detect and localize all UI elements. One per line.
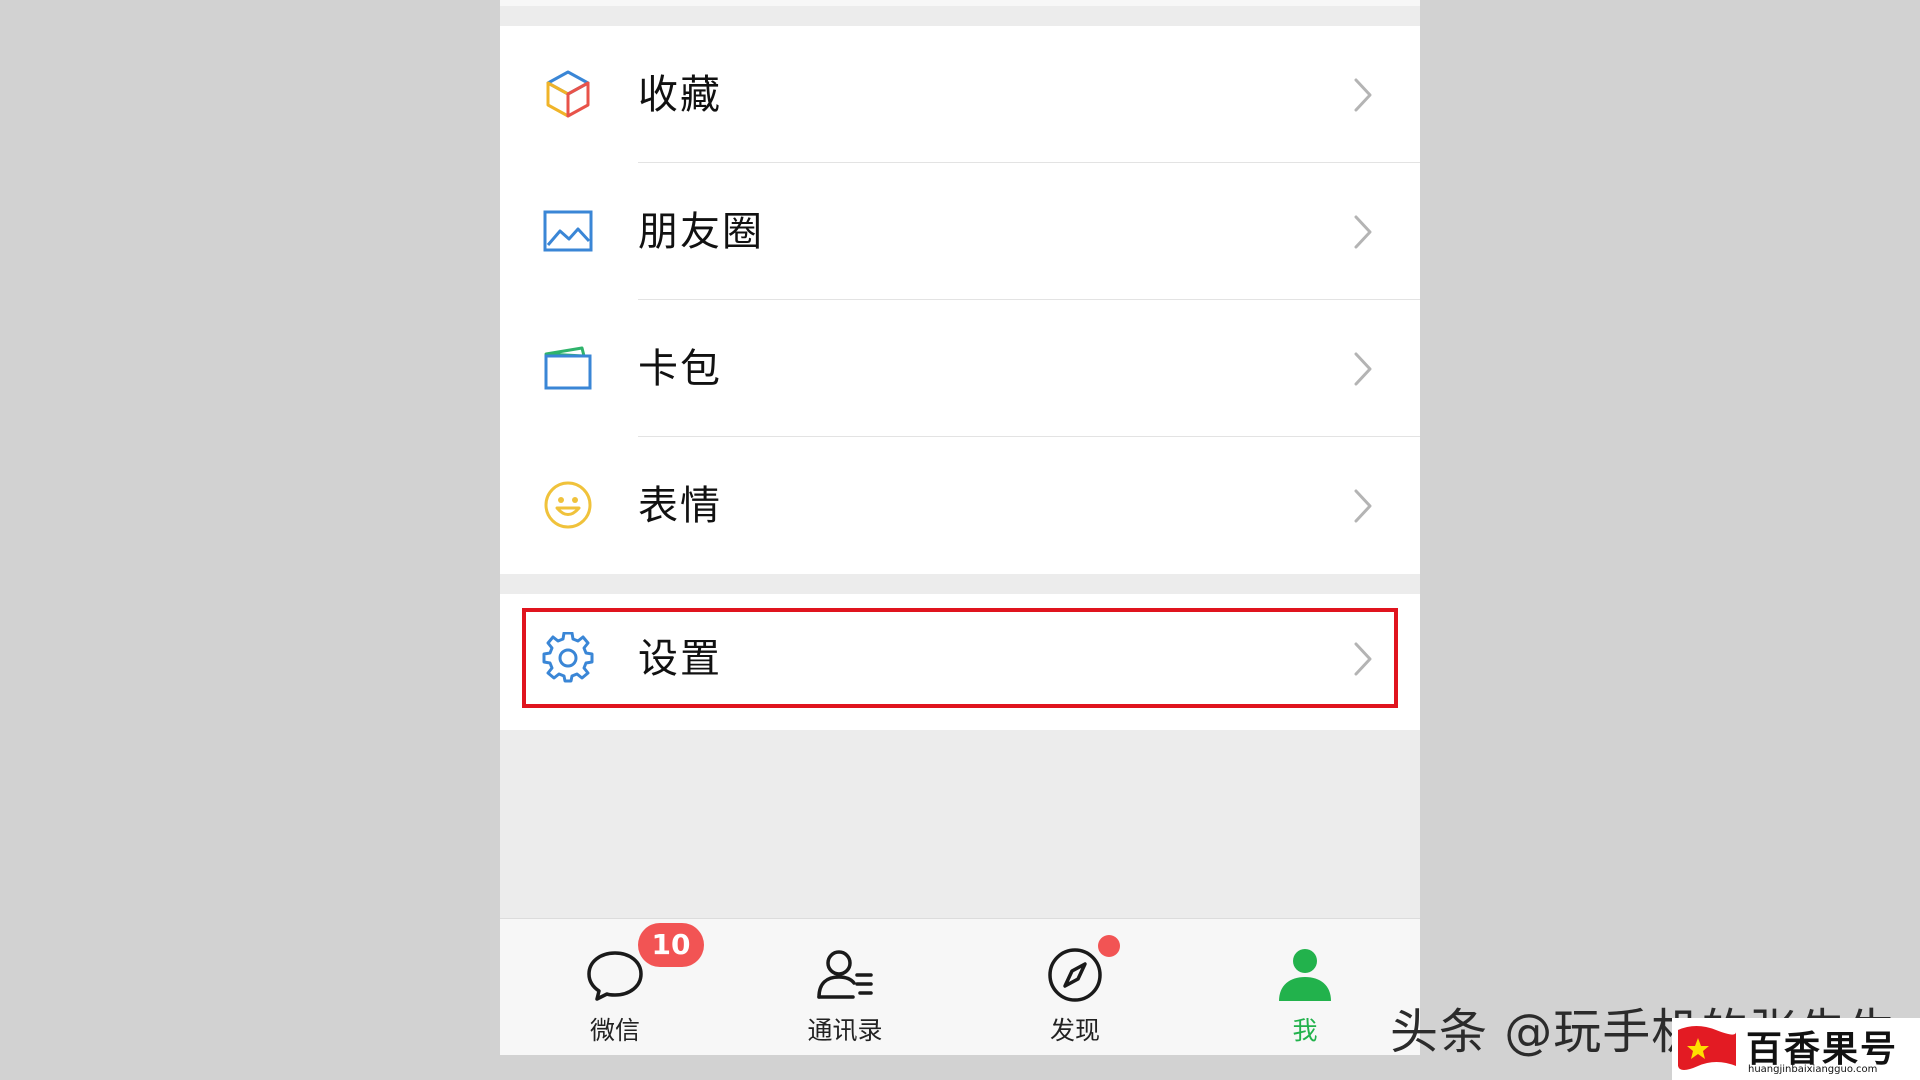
tab-label: 发现 (1049, 1016, 1100, 1045)
menu-item-moments[interactable]: 朋友圈 (500, 163, 1420, 300)
menu-item-stickers[interactable]: 表情 (500, 437, 1420, 574)
settings-highlight-box (522, 608, 1398, 708)
tab-contacts[interactable]: 通讯录 (730, 919, 960, 1055)
menu-item-settings[interactable]: 设置 (500, 594, 1420, 730)
chevron-right-icon (1354, 78, 1372, 112)
contacts-icon (817, 950, 873, 999)
tab-me[interactable]: 我 (1190, 919, 1420, 1055)
notification-dot (1098, 935, 1120, 957)
top-spacer (500, 0, 1420, 26)
menu-item-label: 收藏 (638, 72, 722, 118)
menu-group-main: 收藏 朋友圈 卡包 表情 (500, 26, 1420, 574)
tab-label: 通讯录 (807, 1016, 883, 1045)
chevron-right-icon (1354, 352, 1372, 386)
sticker-smiley-icon (544, 481, 592, 529)
chevron-right-icon (1354, 489, 1372, 523)
tab-label: 微信 (589, 1016, 640, 1045)
logo-flag-icon (1678, 1026, 1736, 1070)
menu-item-favorites[interactable]: 收藏 (500, 26, 1420, 163)
menu-item-card-wallet[interactable]: 卡包 (500, 300, 1420, 437)
chat-bubble-icon (587, 951, 643, 1001)
tab-discover[interactable]: 发现 (960, 919, 1190, 1055)
unread-badge: 10 (638, 923, 704, 967)
tab-label: 我 (1292, 1016, 1318, 1045)
chevron-right-icon (1354, 215, 1372, 249)
bottom-tab-bar: 10 微信 通讯录 发现 我 (500, 918, 1420, 1055)
site-logo: 百香果号 huangjinbaixiangguo.com (1672, 1018, 1920, 1080)
person-icon (1279, 949, 1331, 1001)
favorites-cube-icon (546, 70, 590, 118)
phone-screen: 收藏 朋友圈 卡包 表情 设置 10 微信 通讯录 发现 我 (500, 0, 1420, 1055)
tab-chats[interactable]: 10 微信 (500, 919, 730, 1055)
logo-url: huangjinbaixiangguo.com (1748, 1064, 1878, 1075)
menu-group-settings: 设置 (500, 594, 1420, 730)
compass-icon (1048, 948, 1102, 1002)
card-wallet-icon (544, 346, 592, 390)
menu-item-label: 表情 (638, 483, 722, 529)
moments-image-icon (543, 210, 593, 252)
menu-item-label: 卡包 (638, 346, 722, 392)
menu-item-label: 朋友圈 (638, 209, 764, 255)
